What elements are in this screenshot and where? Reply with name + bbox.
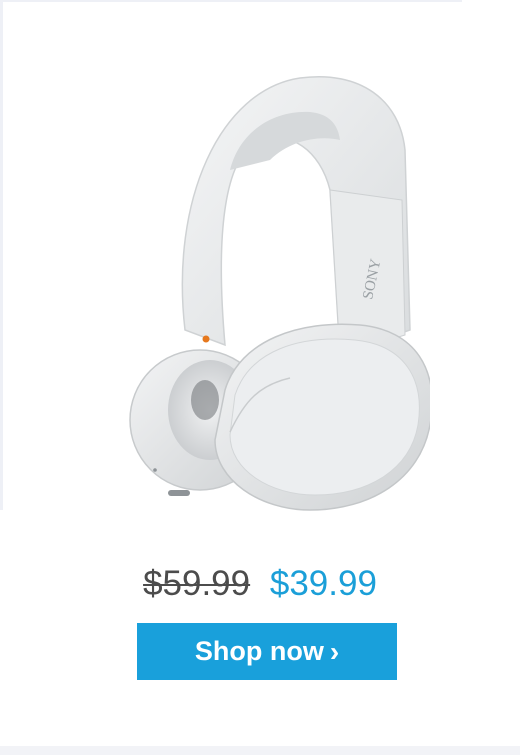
shop-now-button[interactable]: Shop now › — [137, 623, 397, 680]
card-bottom-edge — [0, 746, 520, 755]
sale-price: $39.99 — [269, 564, 377, 603]
shop-now-label: Shop now — [194, 636, 324, 666]
card-left-edge — [0, 0, 3, 510]
headphones-image: SONY — [129, 76, 430, 511]
card-top-edge — [0, 0, 462, 2]
original-price: $59.99 — [143, 564, 251, 603]
price-row: $59.99 $39.99 — [0, 560, 520, 608]
product-card: SONY $59.99 $39.99 Shop now › — [0, 0, 520, 755]
chevron-right-icon: › — [329, 635, 340, 667]
